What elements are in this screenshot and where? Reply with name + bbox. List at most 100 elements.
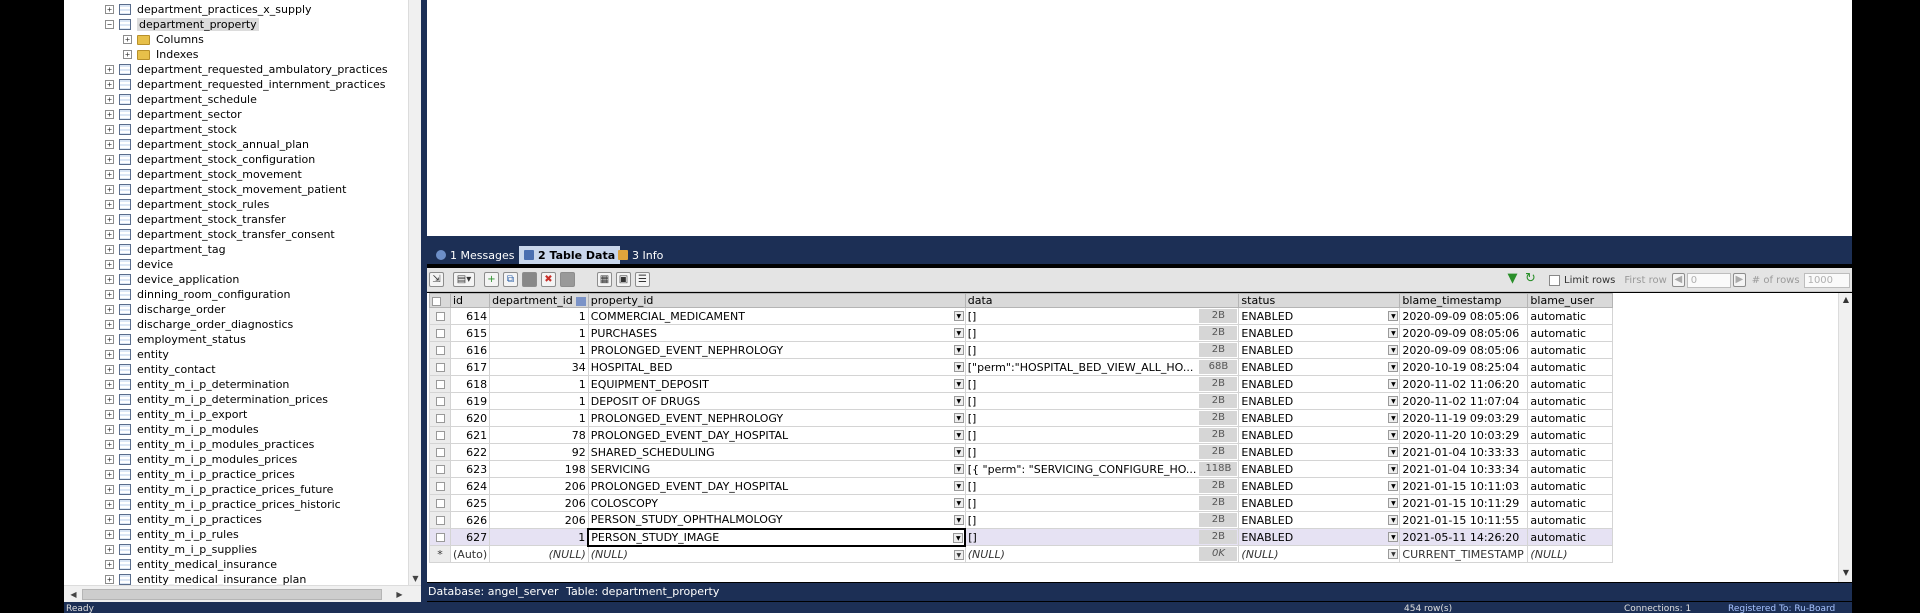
cell-blame-timestamp[interactable]: 2021-01-15 10:11:03 bbox=[1399, 477, 1529, 495]
cell-data[interactable]: [] 2B bbox=[964, 528, 1240, 546]
table-row[interactable]: 623 198 SERVICING ▼[{ "perm": "SERVICING_CO… bbox=[429, 460, 1614, 478]
row-selector[interactable] bbox=[429, 409, 451, 427]
cell-blame-timestamp[interactable]: 2020-09-09 08:05:06 bbox=[1399, 341, 1529, 359]
dropdown-arrow-icon[interactable]: ▼ bbox=[1388, 481, 1399, 491]
next-page-icon[interactable]: ▶ bbox=[1732, 273, 1746, 287]
cell-blame-timestamp[interactable]: 2021-01-04 10:33:34 bbox=[1399, 460, 1529, 478]
cell-department-id[interactable]: 1 bbox=[489, 392, 589, 410]
expand-icon[interactable]: + bbox=[105, 95, 114, 104]
expand-icon[interactable]: + bbox=[105, 200, 114, 209]
dropdown-arrow-icon[interactable]: ▼ bbox=[1388, 498, 1399, 508]
row-checkbox[interactable] bbox=[435, 482, 445, 491]
cell-property-id[interactable]: PURCHASES ▼ bbox=[587, 324, 966, 342]
table-row[interactable]: 615 1 PURCHASES ▼[] 2B ENABLED ▼ 2020-09-09 08:… bbox=[429, 324, 1614, 342]
delete-row-icon[interactable]: ✖ bbox=[541, 272, 556, 287]
expand-icon[interactable]: + bbox=[105, 80, 114, 89]
cell-data[interactable]: [] 2B bbox=[964, 443, 1240, 461]
dropdown-arrow-icon[interactable]: ▼ bbox=[1388, 311, 1399, 321]
cell-blame-user[interactable]: automatic bbox=[1527, 528, 1614, 546]
table-row[interactable]: 616 1 PROLONGED_EVENT_NEPHROLOGY ▼[] 2B ENABL… bbox=[429, 341, 1614, 359]
expand-icon[interactable]: + bbox=[105, 290, 114, 299]
tree-table-item[interactable]: + entity bbox=[105, 347, 169, 362]
export-icon[interactable]: ⇲ bbox=[429, 272, 444, 287]
cell-property-id[interactable]: EQUIPMENT_DEPOSIT ▼ bbox=[587, 375, 966, 393]
cell-blame-timestamp[interactable]: 2021-01-15 10:11:29 bbox=[1399, 494, 1529, 512]
cell-id[interactable]: 620 bbox=[449, 409, 491, 427]
dropdown-arrow-icon[interactable]: ▼ bbox=[953, 498, 964, 508]
row-checkbox[interactable] bbox=[435, 448, 445, 457]
tree-table-item[interactable]: + department_stock_rules bbox=[105, 197, 269, 212]
cell-id[interactable]: 626 bbox=[449, 511, 491, 529]
expand-icon[interactable]: + bbox=[105, 185, 114, 194]
cell-blame-timestamp[interactable]: 2020-11-02 11:06:20 bbox=[1399, 375, 1529, 393]
cell-blame-timestamp[interactable]: 2020-10-19 08:25:04 bbox=[1399, 358, 1529, 376]
tree-table-item[interactable]: + department_requested_internment_practic… bbox=[105, 77, 386, 92]
cell-status[interactable]: ENABLED ▼ bbox=[1238, 443, 1401, 461]
cell-department-id[interactable]: 1 bbox=[489, 307, 589, 325]
dropdown-arrow-icon[interactable]: ▼ bbox=[1388, 464, 1399, 474]
tree-table-item[interactable]: + entity_m_i_p_supplies bbox=[105, 542, 257, 557]
expand-icon[interactable]: + bbox=[105, 350, 114, 359]
scroll-right-arrow-icon[interactable]: ▶ bbox=[393, 588, 406, 601]
table-row[interactable]: 622 92 SHARED_SCHEDULING ▼[] 2B ENABLED ▼ 2021-… bbox=[429, 443, 1614, 461]
tree-table-item[interactable]: + device_application bbox=[105, 272, 239, 287]
expand-icon[interactable]: + bbox=[105, 260, 114, 269]
tree-table-item[interactable]: + department_stock_configuration bbox=[105, 152, 315, 167]
expand-icon[interactable]: + bbox=[105, 170, 114, 179]
dropdown-arrow-icon[interactable]: ▼ bbox=[953, 413, 964, 423]
cell-id[interactable]: 627 bbox=[449, 528, 491, 546]
tree-table-item[interactable]: + entity_m_i_p_practices bbox=[105, 512, 262, 527]
cell-id[interactable]: 623 bbox=[449, 460, 491, 478]
tree-table-item[interactable]: + department_stock_transfer bbox=[105, 212, 286, 227]
tree-table-item[interactable]: + department_schedule bbox=[105, 92, 257, 107]
cell-id[interactable]: 615 bbox=[449, 324, 491, 342]
expand-icon[interactable]: + bbox=[105, 530, 114, 539]
cell-status[interactable]: ENABLED ▼ bbox=[1238, 341, 1401, 359]
cell-department-id[interactable]: 34 bbox=[489, 358, 589, 376]
tree-table-item[interactable]: + dinning_room_configuration bbox=[105, 287, 290, 302]
cell-property-id[interactable]: HOSPITAL_BED ▼ bbox=[587, 358, 966, 376]
cell-blame-user[interactable]: automatic bbox=[1527, 341, 1614, 359]
duplicate-row-icon[interactable]: ⧉ bbox=[503, 272, 518, 287]
cell-status[interactable]: ENABLED ▼ bbox=[1238, 392, 1401, 410]
cell-data[interactable]: ["perm":"HOSPITAL_BED_VIEW_ALL_HO... 68B bbox=[964, 358, 1240, 376]
scroll-up-arrow-icon[interactable]: ▲ bbox=[1839, 295, 1852, 307]
cell-blame-user[interactable]: (NULL) bbox=[1527, 545, 1614, 563]
row-checkbox[interactable] bbox=[435, 499, 445, 508]
expand-icon[interactable]: + bbox=[105, 5, 114, 14]
dropdown-arrow-icon[interactable]: ▼ bbox=[1388, 532, 1399, 542]
cell-property-id[interactable]: SERVICING ▼ bbox=[587, 460, 966, 478]
expand-icon[interactable]: + bbox=[105, 215, 114, 224]
expand-icon[interactable]: + bbox=[105, 275, 114, 284]
expand-icon[interactable]: + bbox=[105, 320, 114, 329]
cell-department-id[interactable]: 198 bbox=[489, 460, 589, 478]
dropdown-arrow-icon[interactable]: ▼ bbox=[953, 430, 964, 440]
row-checkbox[interactable] bbox=[435, 346, 445, 355]
expand-icon[interactable]: + bbox=[105, 305, 114, 314]
cell-status[interactable]: (NULL) ▼ bbox=[1238, 545, 1401, 563]
cell-status[interactable]: ENABLED ▼ bbox=[1238, 511, 1401, 529]
tree-table-item[interactable]: + department_tag bbox=[105, 242, 226, 257]
cell-property-id[interactable]: DEPOSIT OF DRUGS ▼ bbox=[587, 392, 966, 410]
expand-icon[interactable]: + bbox=[105, 485, 114, 494]
tree-table-item[interactable]: + entity_medical_insurance bbox=[105, 557, 277, 572]
row-selector[interactable] bbox=[429, 392, 451, 410]
num-rows-input[interactable]: 1000 bbox=[1803, 272, 1850, 288]
row-checkbox[interactable] bbox=[435, 380, 445, 389]
expand-icon[interactable]: + bbox=[105, 365, 114, 374]
table-row[interactable]: 626 206 PERSON_STUDY_OPHTHALMOLOGY ▼[] 2B ENA… bbox=[429, 511, 1614, 529]
tree-table-item[interactable]: + department_practices_x_supply bbox=[105, 2, 312, 17]
cell-status[interactable]: ENABLED ▼ bbox=[1238, 426, 1401, 444]
row-selector[interactable] bbox=[429, 494, 451, 512]
expand-icon[interactable]: + bbox=[105, 335, 114, 344]
row-selector[interactable] bbox=[429, 477, 451, 495]
tree-table-item[interactable]: + department_requested_ambulatory_practic… bbox=[105, 62, 388, 77]
cell-property-id[interactable]: PROLONGED_EVENT_DAY_HOSPITAL ▼ bbox=[587, 426, 966, 444]
table-row[interactable]: 624 206 PROLONGED_EVENT_DAY_HOSPITAL ▼[] 2B E… bbox=[429, 477, 1614, 495]
text-view-icon[interactable]: ☰ bbox=[635, 272, 650, 287]
tree-table-item[interactable]: + department_stock_movement_patient bbox=[105, 182, 346, 197]
cell-status[interactable]: ENABLED ▼ bbox=[1238, 528, 1401, 546]
dropdown-arrow-icon[interactable]: ▼ bbox=[1388, 345, 1399, 355]
filter-icon[interactable]: ▼ bbox=[1505, 272, 1520, 287]
cell-blame-timestamp[interactable]: 2020-09-09 08:05:06 bbox=[1399, 324, 1529, 342]
